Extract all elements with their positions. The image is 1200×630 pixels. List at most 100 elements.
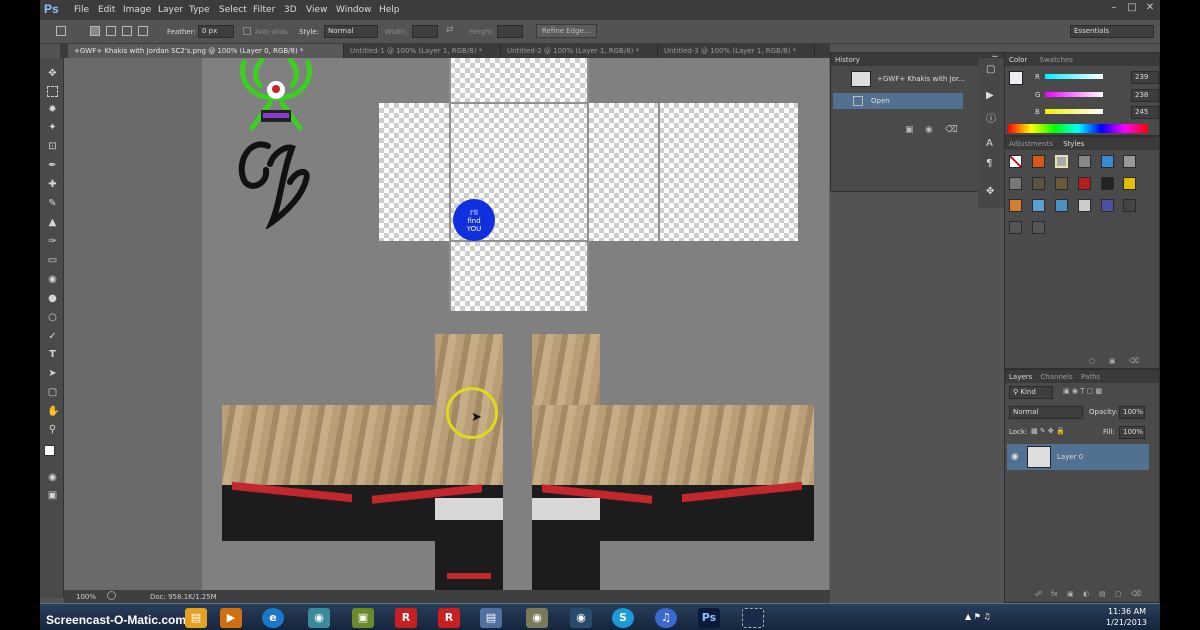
style-swatch[interactable] bbox=[1101, 177, 1114, 190]
style-swatch[interactable] bbox=[1009, 221, 1022, 234]
style-swatch[interactable] bbox=[1032, 199, 1045, 212]
width-input[interactable] bbox=[412, 25, 438, 38]
link-layers-icon[interactable]: ☍ bbox=[1035, 590, 1042, 598]
style-swatch[interactable] bbox=[1123, 199, 1136, 212]
swap-icon[interactable]: ⇄ bbox=[446, 25, 454, 35]
opacity-input[interactable]: 100% bbox=[1119, 406, 1145, 419]
style-swatch[interactable] bbox=[1055, 177, 1068, 190]
restore-icon[interactable]: □ bbox=[1124, 2, 1140, 16]
tab-khakis[interactable]: +GWF+ Khakis with Jordan SC2's.png @ 100… bbox=[68, 44, 344, 58]
paint-bucket-icon[interactable]: ◉ bbox=[47, 274, 58, 285]
zoom-tool-icon[interactable]: ⚲ bbox=[47, 424, 58, 435]
b-slider[interactable] bbox=[1045, 109, 1103, 114]
style-action-icon[interactable]: ○ bbox=[1089, 357, 1095, 365]
pen-tool-icon[interactable]: ✓ bbox=[47, 331, 58, 342]
style-swatch[interactable] bbox=[1123, 155, 1136, 168]
refine-edge-button[interactable]: Refine Edge... bbox=[536, 24, 597, 38]
group-icon[interactable]: ▤ bbox=[1099, 590, 1106, 598]
new-layer-icon[interactable]: ▢ bbox=[1115, 590, 1122, 598]
trash-icon[interactable]: ⌫ bbox=[945, 125, 958, 135]
intersect-selection-icon[interactable] bbox=[138, 26, 148, 36]
itunes-icon[interactable]: ♫ bbox=[655, 608, 677, 628]
actions-dock-icon[interactable]: ▶ bbox=[986, 90, 994, 101]
browser-icon[interactable]: e bbox=[262, 608, 284, 628]
tab-paths[interactable]: Paths bbox=[1081, 373, 1100, 381]
style-select[interactable]: Normal bbox=[324, 25, 378, 38]
style-swatch[interactable] bbox=[1032, 155, 1045, 168]
b-input[interactable]: 245 bbox=[1131, 106, 1159, 119]
explorer-icon[interactable]: ▤ bbox=[185, 608, 207, 628]
color-spectrum[interactable] bbox=[1008, 124, 1148, 133]
tab-swatches[interactable]: Swatches bbox=[1040, 56, 1073, 64]
delete-style-icon[interactable]: ⌫ bbox=[1129, 357, 1139, 365]
dodge-tool-icon[interactable]: ○ bbox=[47, 312, 58, 323]
fill-input[interactable]: 100% bbox=[1119, 426, 1145, 439]
style-swatch[interactable] bbox=[1078, 155, 1091, 168]
style-swatch[interactable] bbox=[1032, 177, 1045, 190]
menu-3d[interactable]: 3D bbox=[284, 5, 297, 15]
visibility-eye-icon[interactable]: ◉ bbox=[1011, 452, 1019, 462]
layer-style-icon[interactable]: fx bbox=[1051, 590, 1058, 598]
lock-icons[interactable]: ▩ ✎ ✥ 🔒 bbox=[1031, 427, 1065, 435]
g-input[interactable]: 238 bbox=[1131, 89, 1159, 102]
new-document-icon[interactable]: ▣ bbox=[905, 125, 914, 135]
stamp-tool-icon[interactable]: ▲ bbox=[47, 217, 58, 228]
tab-styles[interactable]: Styles bbox=[1063, 140, 1084, 148]
height-input[interactable] bbox=[497, 25, 523, 38]
eyedropper-icon[interactable]: ✒ bbox=[47, 160, 58, 171]
blur-tool-icon[interactable]: ● bbox=[47, 293, 58, 304]
g-slider[interactable] bbox=[1045, 92, 1103, 97]
info-dock-icon[interactable]: ⓘ bbox=[986, 110, 996, 125]
add-selection-icon[interactable] bbox=[106, 26, 116, 36]
style-swatch[interactable] bbox=[1078, 177, 1091, 190]
foreground-color-icon[interactable] bbox=[44, 445, 55, 456]
app-icon[interactable]: ◉ bbox=[570, 608, 592, 628]
style-swatch[interactable] bbox=[1009, 199, 1022, 212]
menu-help[interactable]: Help bbox=[379, 5, 400, 15]
style-swatch[interactable] bbox=[1055, 155, 1068, 168]
move-tool-icon[interactable]: ✥ bbox=[47, 68, 58, 79]
subtract-selection-icon[interactable] bbox=[122, 26, 132, 36]
new-style-icon[interactable]: ▣ bbox=[1109, 357, 1116, 365]
menu-type[interactable]: Type bbox=[189, 5, 210, 15]
tab-adjustments[interactable]: Adjustments bbox=[1009, 140, 1053, 148]
quick-select-icon[interactable]: ✦ bbox=[47, 122, 58, 133]
screen-mode-icon[interactable]: ▣ bbox=[47, 490, 58, 501]
tool-presets-dock-icon[interactable]: ✥ bbox=[986, 186, 994, 197]
tab-channels[interactable]: Channels bbox=[1040, 373, 1072, 381]
workspace-select[interactable]: Essentials bbox=[1070, 25, 1154, 38]
menu-select[interactable]: Select bbox=[219, 5, 247, 15]
app-icon[interactable]: ◉ bbox=[526, 608, 548, 628]
document-canvas[interactable]: Gʃ I'll find YOU bbox=[202, 58, 829, 590]
menu-window[interactable]: Window bbox=[336, 5, 372, 15]
type-tool-icon[interactable]: T bbox=[47, 349, 58, 360]
menu-layer[interactable]: Layer bbox=[158, 5, 183, 15]
history-step[interactable]: Open bbox=[833, 93, 963, 109]
roblox-icon[interactable]: R bbox=[395, 608, 417, 628]
new-selection-icon[interactable] bbox=[90, 26, 100, 36]
blend-mode-select[interactable]: Normal bbox=[1009, 406, 1083, 419]
menu-image[interactable]: Image bbox=[123, 5, 151, 15]
roblox-studio-icon[interactable]: R bbox=[438, 608, 460, 628]
lasso-tool-icon[interactable]: ✹ bbox=[47, 104, 58, 115]
tray-icons[interactable]: ▲ ⚑ ♫ bbox=[965, 612, 991, 621]
history-dock-icon[interactable]: ▢ bbox=[986, 64, 995, 75]
r-input[interactable]: 239 bbox=[1131, 71, 1159, 84]
style-swatch[interactable] bbox=[1101, 199, 1114, 212]
menu-view[interactable]: View bbox=[306, 5, 327, 15]
layer-mask-icon[interactable]: ▣ bbox=[1067, 590, 1074, 598]
foreground-swatch[interactable] bbox=[1009, 71, 1023, 85]
antialias-checkbox[interactable] bbox=[243, 27, 251, 35]
quick-mask-icon[interactable]: ◉ bbox=[47, 472, 58, 483]
tab-color[interactable]: Color bbox=[1009, 56, 1027, 64]
history-title[interactable]: History bbox=[835, 56, 860, 64]
photoshop-taskbar-icon[interactable]: Ps bbox=[698, 608, 720, 628]
media-player-icon[interactable]: ▶ bbox=[220, 608, 242, 628]
style-swatch[interactable] bbox=[1123, 177, 1136, 190]
menu-filter[interactable]: Filter bbox=[253, 5, 275, 15]
menu-file[interactable]: File bbox=[74, 5, 89, 15]
shape-tool-icon[interactable]: ▢ bbox=[47, 387, 58, 398]
marquee-tool-icon[interactable] bbox=[47, 86, 58, 97]
feather-input[interactable]: 0 px bbox=[198, 25, 234, 38]
tab-untitled-2[interactable]: Untitled-2 @ 100% (Layer 1, RGB/8) * bbox=[501, 44, 658, 58]
